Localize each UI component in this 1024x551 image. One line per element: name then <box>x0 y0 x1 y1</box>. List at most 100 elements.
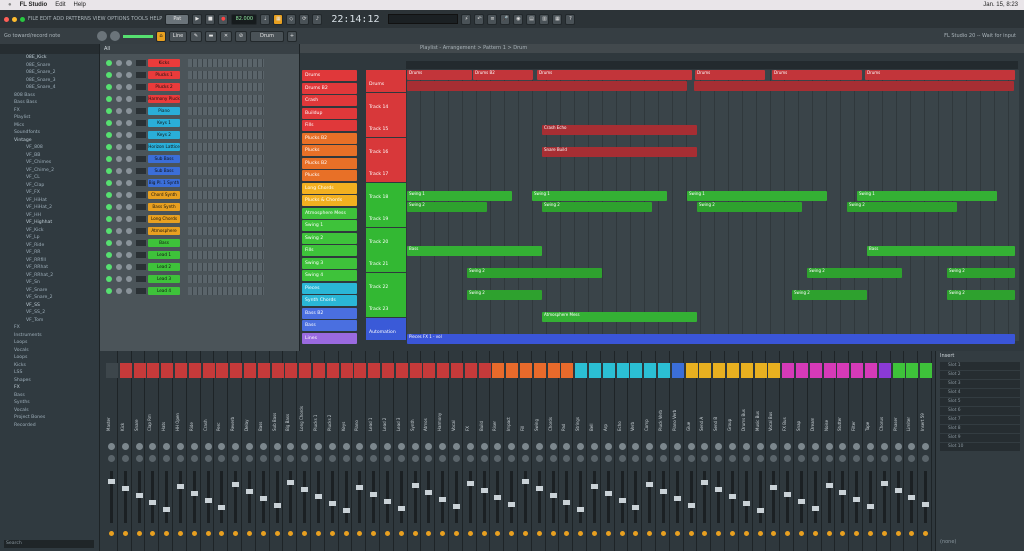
playlist-track-header[interactable]: Track 16 <box>366 137 406 160</box>
mixer-pan-knob[interactable] <box>880 443 888 450</box>
browser-item[interactable]: VF_Snare_2 <box>0 294 99 302</box>
channel-pan-knob[interactable] <box>116 72 122 78</box>
mixer-channel-strip[interactable]: Sub Bass <box>271 351 284 551</box>
mixer-route-icon[interactable] <box>178 531 183 536</box>
mixer-fader-track[interactable] <box>206 471 210 523</box>
pattern-item[interactable]: Pieces <box>302 282 357 294</box>
mixer-channel-strip[interactable]: Bell <box>589 351 601 551</box>
mixer-fader-handle[interactable] <box>618 498 626 503</box>
channel-target-box[interactable] <box>136 276 146 282</box>
mixer-route-icon[interactable] <box>757 531 763 536</box>
mixer-fader-handle[interactable] <box>121 486 129 491</box>
mixer-route-icon[interactable] <box>219 531 225 536</box>
playlist-track-header[interactable]: Track 19 <box>366 205 406 227</box>
mixer-channel-strip[interactable]: Riser <box>492 351 505 551</box>
mixer-fader-handle[interactable] <box>204 498 212 503</box>
tempo-display[interactable]: 82.000 <box>231 13 258 25</box>
mixer-fader-handle[interactable] <box>894 488 902 493</box>
browser-item[interactable]: VF_Ride <box>0 242 99 250</box>
mixer-fader-track[interactable] <box>358 471 362 523</box>
pattern-item[interactable]: Fills <box>302 120 357 131</box>
mixer-stereo-knob[interactable] <box>411 455 419 462</box>
browser-item[interactable]: FX <box>0 107 99 115</box>
playlist-clip[interactable]: Drums <box>537 70 692 80</box>
channel-target-box[interactable] <box>136 144 146 150</box>
mixer-pan-knob[interactable] <box>287 443 295 450</box>
step-sequencer-row[interactable] <box>188 239 264 247</box>
mixer-stereo-knob[interactable] <box>356 455 364 462</box>
mixer-fader-track[interactable] <box>689 471 693 523</box>
mixer-route-icon[interactable] <box>661 531 666 536</box>
effect-slot[interactable]: Slot 9 <box>940 434 1020 442</box>
snap-icon[interactable]: ⌂ <box>156 30 166 42</box>
step-sequencer-row[interactable] <box>188 143 264 151</box>
mixer-route-icon[interactable] <box>412 531 418 536</box>
mixer-channel-strip[interactable]: Glue <box>685 351 698 551</box>
step-sequencer-row[interactable] <box>188 227 264 235</box>
mixer-channel-strip[interactable]: Hats <box>161 351 174 551</box>
menubar-item-edit[interactable]: Edit <box>55 2 65 8</box>
channel-name-button[interactable]: Sub Bass <box>148 155 180 163</box>
mixer-channel-strip[interactable]: Strings <box>575 351 588 551</box>
mixer-pan-knob[interactable] <box>563 443 571 450</box>
mixer-fader-handle[interactable] <box>411 483 419 488</box>
mixer-fader-track[interactable] <box>924 471 928 523</box>
mixer-fader-handle[interactable] <box>315 494 322 499</box>
mixer-stereo-knob[interactable] <box>756 455 764 462</box>
channel-name-button[interactable]: Sub Bass <box>148 167 180 175</box>
mixer-route-icon[interactable] <box>826 531 832 536</box>
mixer-channel-strip[interactable]: Reverb <box>230 351 243 551</box>
mixer-channel-strip[interactable]: Build <box>478 351 491 551</box>
mixer-route-icon[interactable] <box>122 531 128 536</box>
browser-item[interactable]: Playlist <box>0 114 99 122</box>
mixer-channel-strip[interactable]: Snap <box>796 351 808 551</box>
mixer-pan-knob[interactable] <box>273 443 281 450</box>
channel-volume-knob[interactable] <box>126 108 132 114</box>
browser-item[interactable]: Instruments <box>0 332 99 340</box>
mixer-fader-track[interactable] <box>372 471 376 523</box>
channel-name-button[interactable]: Lead 2 <box>148 263 180 271</box>
playlist-clip[interactable]: Swing 1 <box>532 191 667 201</box>
channel-target-box[interactable] <box>136 156 146 162</box>
apple-icon[interactable]: ● <box>8 2 12 8</box>
mixer-fader-handle[interactable] <box>273 503 281 508</box>
mixer-channel-strip[interactable]: Keys <box>340 351 353 551</box>
mixer-stereo-knob[interactable] <box>535 455 543 462</box>
playlist-track-header[interactable]: Track 20 <box>366 227 406 250</box>
mixer-stereo-knob[interactable] <box>825 455 833 462</box>
mixer-route-icon[interactable] <box>302 531 308 536</box>
mixer-fader-handle[interactable] <box>839 490 847 495</box>
record-button[interactable]: ● <box>218 13 229 25</box>
channel-target-box[interactable] <box>136 228 146 234</box>
browser-item[interactable]: 08E_Snare <box>0 62 99 70</box>
mixer-route-icon[interactable] <box>674 531 680 536</box>
mixer-route-icon[interactable] <box>150 531 156 536</box>
step-sequencer-row[interactable] <box>188 107 264 115</box>
mixer-stereo-knob[interactable] <box>687 455 695 462</box>
mixer-channel-strip[interactable]: Limiter <box>906 351 919 551</box>
mixer-channel-strip[interactable]: Lead 3 <box>395 351 408 551</box>
channel-mute-led-icon[interactable] <box>106 228 112 234</box>
channel-volume-knob[interactable] <box>126 132 132 138</box>
mixer-channel-strip[interactable]: Pad <box>561 351 574 551</box>
mixer-stereo-knob[interactable] <box>922 455 930 462</box>
mixer-pan-knob[interactable] <box>232 443 240 450</box>
mixer-fader-track[interactable] <box>606 471 610 523</box>
browser-item[interactable]: VF_RR <box>0 249 99 257</box>
playlist-track-header[interactable]: Track 23 <box>366 295 406 317</box>
channel-name-button[interactable]: Long Chords <box>148 215 180 223</box>
mixer-stereo-knob[interactable] <box>632 455 640 462</box>
mixer-route-icon[interactable] <box>426 531 432 536</box>
channel-name-button[interactable]: Kicks <box>148 59 180 67</box>
channel-target-box[interactable] <box>136 192 146 198</box>
mixer-fader-handle[interactable] <box>163 507 171 512</box>
playlist-clip[interactable]: Swing 2 <box>697 202 802 212</box>
channel-mute-led-icon[interactable] <box>106 180 112 186</box>
mixer-stereo-knob[interactable] <box>660 455 667 462</box>
mixer-route-icon[interactable] <box>109 531 114 536</box>
mixer-fader-handle[interactable] <box>259 496 267 501</box>
step-sequencer-row[interactable] <box>188 179 264 187</box>
mixer-route-icon[interactable] <box>440 531 446 536</box>
step-sequencer-row[interactable] <box>188 131 264 139</box>
channel-name-button[interactable]: Atmosphere <box>148 227 180 235</box>
